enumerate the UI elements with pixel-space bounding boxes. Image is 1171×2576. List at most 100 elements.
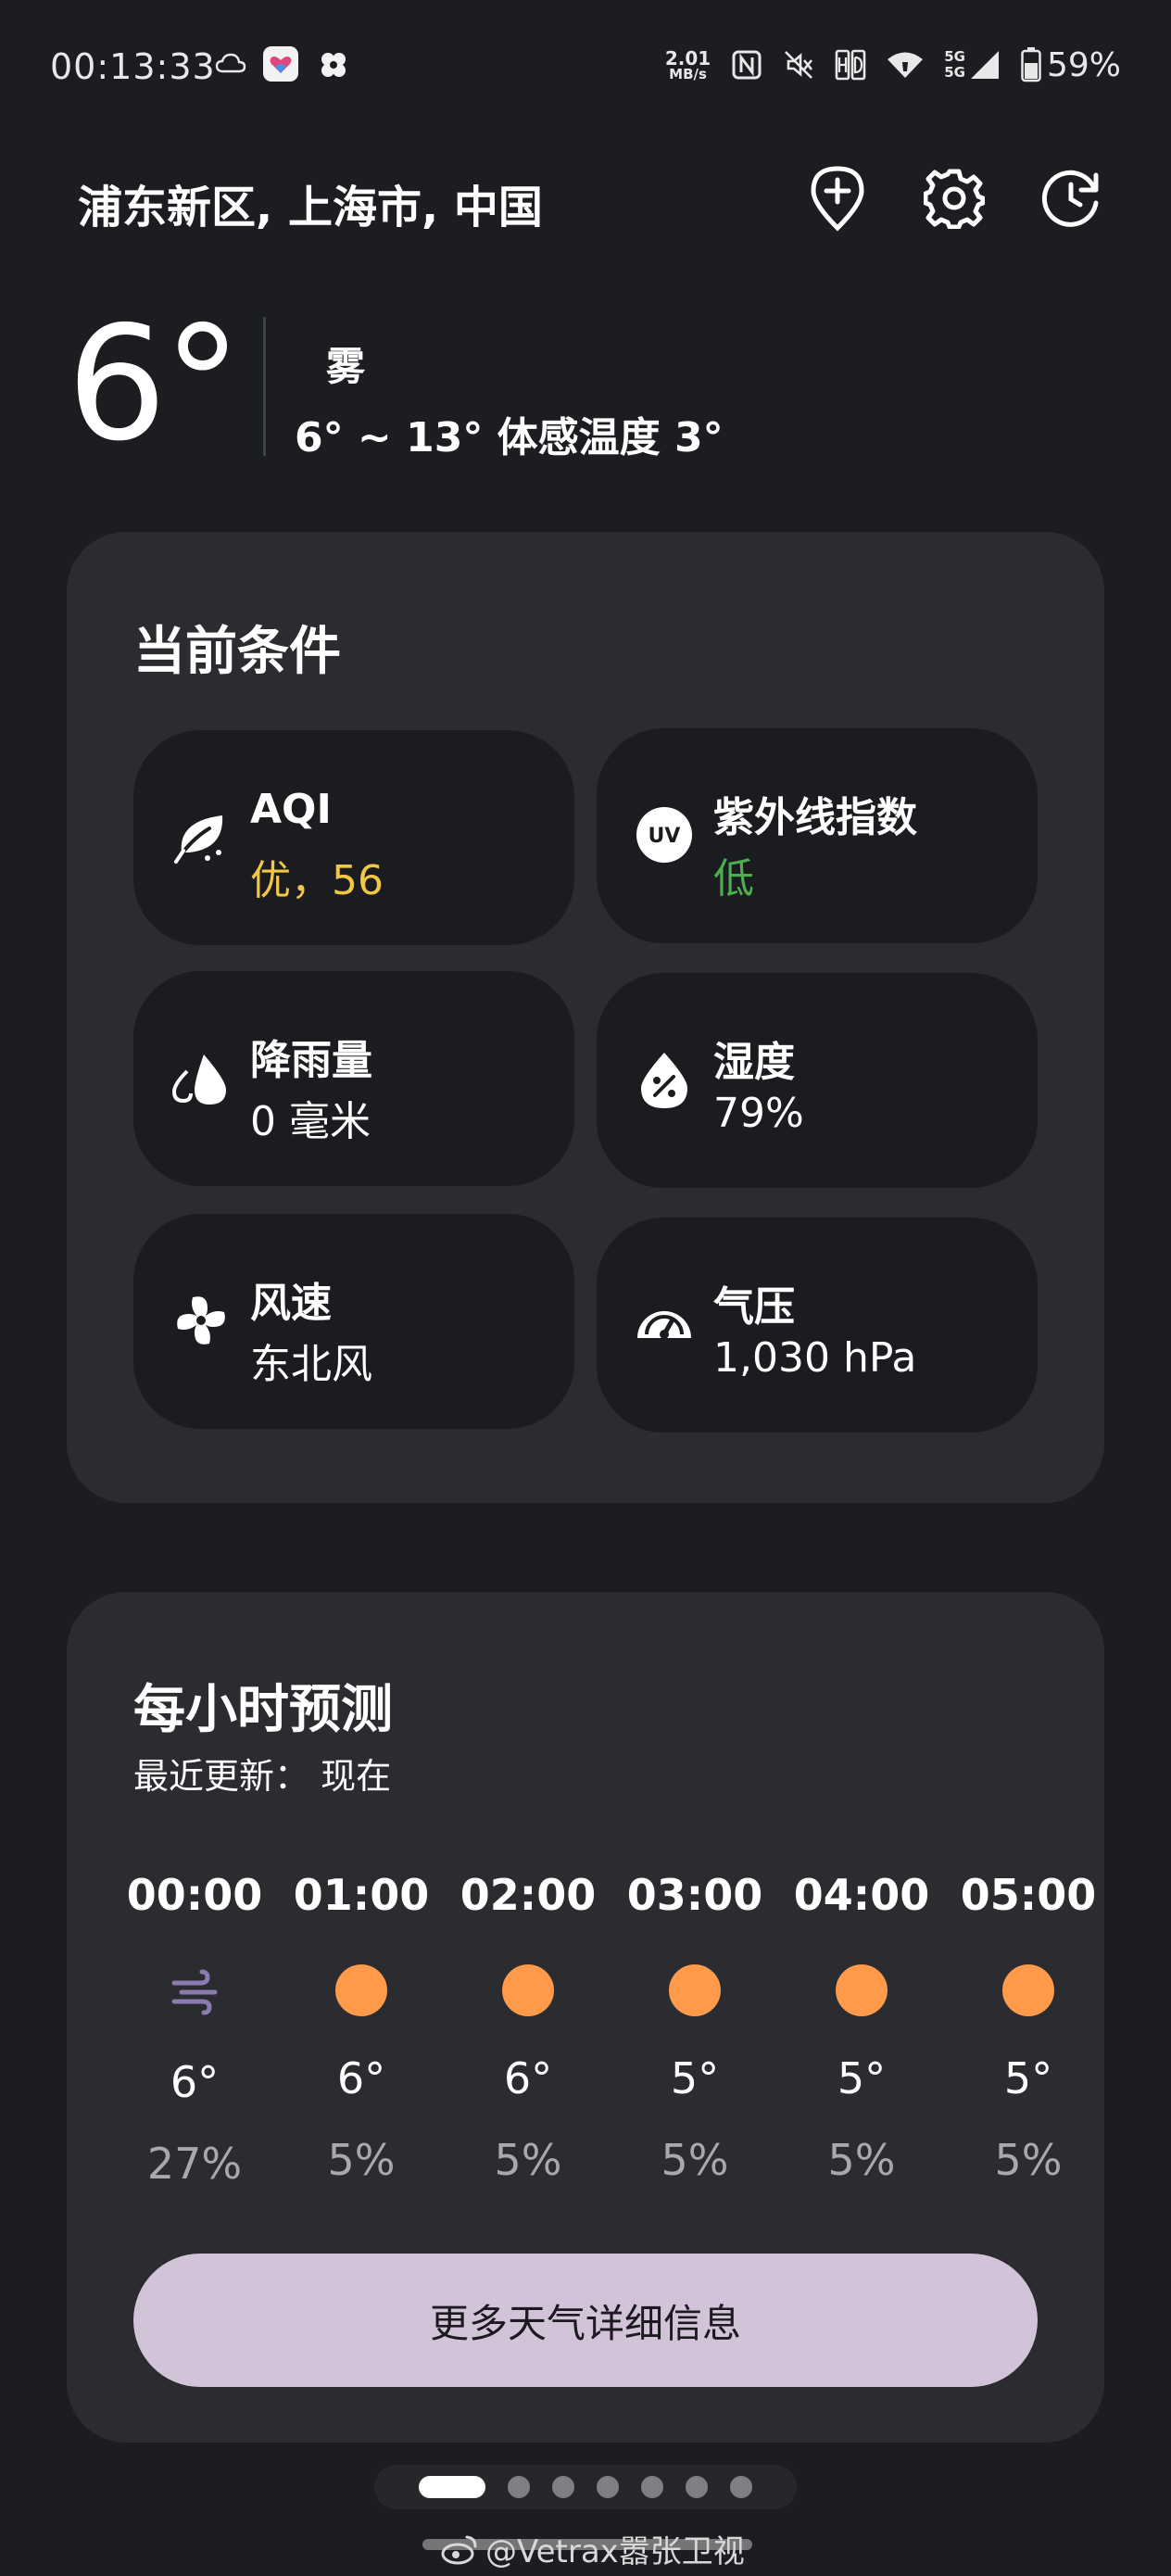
uv-tile[interactable]: UV 紫外线指数 低: [597, 728, 1038, 943]
status-time: 00:13:33: [50, 46, 216, 87]
nfc-icon: [732, 50, 762, 80]
aqi-value: 优，56: [250, 857, 384, 904]
hour-time: 05:00: [960, 1870, 1097, 1920]
precipitation-value: 0 毫米: [250, 1098, 371, 1145]
app-clover-icon: [321, 53, 346, 77]
add-location-button[interactable]: [802, 163, 873, 234]
hd-icon: [835, 49, 866, 81]
sun-icon: [502, 1964, 554, 2016]
location-title[interactable]: 浦东新区, 上海市, 中国: [78, 170, 543, 235]
sun-icon: [669, 1964, 721, 2016]
sun-icon: [1002, 1964, 1054, 2016]
battery-percent: 59%: [1046, 45, 1121, 84]
sun-icon: [335, 1964, 387, 2016]
cloud-icon: [215, 53, 246, 73]
hourly-forecast-card: 每小时预测 最近更新： 现在 00:00 6° 27% 01:00 6° 5% …: [67, 1592, 1104, 2443]
history-button[interactable]: [1036, 163, 1106, 234]
hour-temp: 6°: [503, 2053, 553, 2103]
hour-item: 02:00 6° 5%: [445, 1870, 611, 2185]
page-indicator[interactable]: [374, 2465, 797, 2509]
wind-value: 东北风: [250, 1341, 372, 1388]
status-bar: 00:13:33 2.01 MB/s 5G 5G 59%: [0, 0, 1171, 130]
page-dot[interactable]: [597, 2476, 619, 2498]
pressure-value: 1,030 hPa: [713, 1334, 917, 1382]
settings-button[interactable]: [919, 163, 989, 234]
hour-time: 03:00: [626, 1870, 763, 1920]
temp-range-feels-like: 6° ~ 13° 体感温度 3°: [295, 414, 724, 461]
battery: 59%: [1021, 46, 1121, 84]
fog-icon: [171, 1969, 218, 2015]
conditions-title: 当前条件: [133, 622, 341, 682]
signal-label-1: 5G: [944, 48, 965, 65]
hour-temp: 6°: [170, 2057, 220, 2107]
current-conditions-card: 当前条件 AQI 优，56 UV 紫外线指数 低 降雨量 0 毫米 湿度 79%…: [67, 532, 1104, 1503]
raindrop-icon: [171, 1054, 226, 1105]
history-icon: [1041, 170, 1099, 227]
page-dot-active[interactable]: [419, 2476, 485, 2498]
hour-time: 01:00: [293, 1870, 430, 1920]
mute-icon: [785, 51, 813, 79]
precipitation-tile[interactable]: 降雨量 0 毫米: [133, 971, 574, 1186]
wifi-icon: [888, 52, 924, 78]
more-details-button[interactable]: 更多天气详细信息: [133, 2254, 1038, 2387]
hour-temp: 5°: [670, 2053, 720, 2103]
net-speed: 2.01 MB/s: [665, 49, 711, 82]
hour-precip: 5%: [327, 2135, 396, 2185]
humidity-tile[interactable]: 湿度 79%: [597, 973, 1038, 1188]
page-dot[interactable]: [730, 2476, 752, 2498]
hour-temp: 5°: [1003, 2053, 1053, 2103]
humidity-label: 湿度: [713, 1039, 795, 1086]
hour-precip: 5%: [827, 2135, 896, 2185]
fan-icon: [177, 1296, 225, 1345]
page-dot[interactable]: [641, 2476, 663, 2498]
wind-tile[interactable]: 风速 东北风: [133, 1214, 574, 1429]
hour-temp: 5°: [837, 2053, 887, 2103]
gauge-icon: [637, 1311, 691, 1339]
leaf-icon: [174, 815, 223, 864]
sun-icon: [836, 1964, 888, 2016]
cell-signal-icon: [970, 51, 999, 79]
hour-item: 01:00 6° 5%: [278, 1870, 445, 2185]
hour-temp: 6°: [336, 2053, 386, 2103]
app-heart-icon: [263, 46, 298, 82]
current-temperature: 6°: [67, 293, 242, 476]
hour-time: 02:00: [460, 1870, 597, 1920]
battery-icon: [1021, 47, 1041, 82]
hour-item: 03:00 5° 5%: [611, 1870, 778, 2185]
hour-time: 04:00: [793, 1870, 930, 1920]
uv-value: 低: [713, 855, 754, 903]
hour-item: 00:00 6° 27%: [111, 1870, 278, 2189]
cell-signal: 5G 5G: [944, 49, 1001, 81]
weather-app-screen: 00:13:33 2.01 MB/s 5G 5G 59% 浦东新区, 上海市, …: [0, 0, 1171, 2576]
pressure-label: 气压: [713, 1283, 795, 1331]
temp-divider: [263, 317, 266, 456]
signal-labels: 5G 5G: [944, 49, 965, 81]
hour-time: 00:00: [126, 1870, 263, 1920]
status-icons: 2.01 MB/s 5G 5G 59%: [665, 44, 1121, 85]
weibo-logo-icon: [441, 2535, 477, 2564]
net-speed-unit: MB/s: [669, 65, 707, 82]
page-dot[interactable]: [686, 2476, 708, 2498]
net-speed-value: 2.01: [664, 46, 711, 69]
hourly-title: 每小时预测: [133, 1680, 393, 1740]
hour-precip: 5%: [494, 2135, 562, 2185]
humidity-value: 79%: [713, 1090, 804, 1137]
aqi-label: AQI: [250, 786, 332, 833]
last-updated: 最近更新： 现在: [133, 1756, 392, 1797]
uv-icon: UV: [636, 807, 692, 863]
aqi-tile[interactable]: AQI 优，56: [133, 730, 574, 945]
pressure-tile[interactable]: 气压 1,030 hPa: [597, 1218, 1038, 1433]
signal-label-2: 5G: [944, 64, 965, 81]
svg-text:UV: UV: [648, 825, 681, 848]
watermark-text: @Vetrax嚣张卫视: [485, 2533, 745, 2570]
current-condition: 雾: [326, 344, 366, 389]
hour-item: 05:00 5° 5%: [945, 1870, 1112, 2185]
humidity-icon: [641, 1053, 687, 1108]
hour-precip: 27%: [146, 2139, 243, 2189]
page-dot[interactable]: [552, 2476, 574, 2498]
settings-icon: [924, 169, 985, 229]
page-dot[interactable]: [508, 2476, 530, 2498]
hour-item: 04:00 5° 5%: [778, 1870, 945, 2185]
add-location-icon: [811, 166, 864, 232]
precipitation-label: 降雨量: [250, 1037, 372, 1084]
